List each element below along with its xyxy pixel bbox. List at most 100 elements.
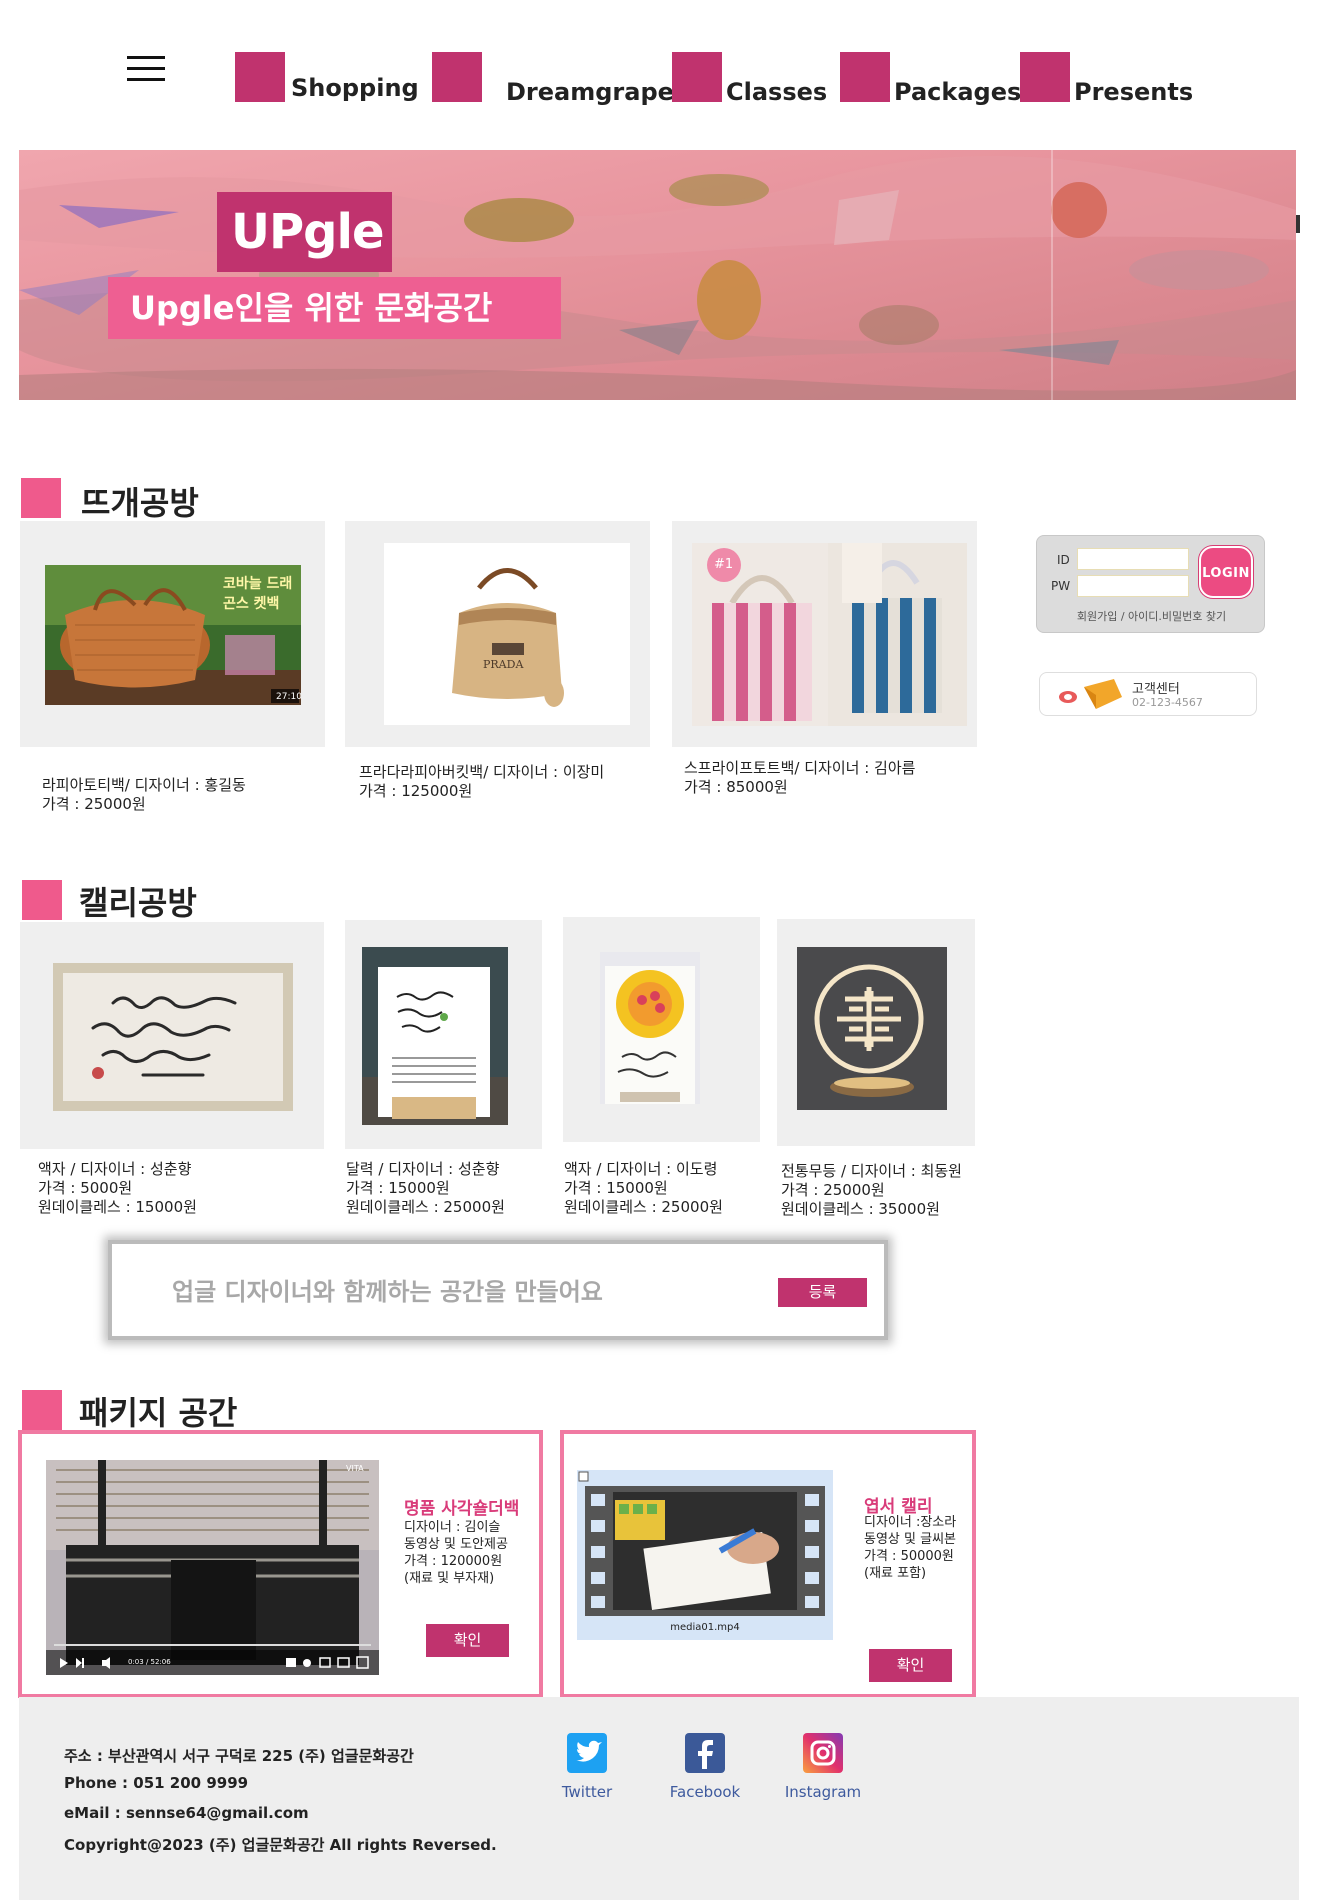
caption-line: 가격 : 5000원 xyxy=(38,1179,133,1197)
customer-center[interactable]: 고객센터 02-123-4567 xyxy=(1039,672,1257,716)
package-detail-line: (재료 포함) xyxy=(864,1566,927,1581)
instagram-icon xyxy=(803,1733,843,1773)
product-caption: 액자 / 디자이너 : 이도령 가격 : 15000원 원데이클레스 : 250… xyxy=(564,1160,723,1217)
social-label: Facebook xyxy=(669,1783,741,1801)
package-detail-line: (재료 및 부자재) xyxy=(404,1571,495,1586)
package-details: 디자이너 :장소라 동영상 및 글씨본 가격 : 50000원 (재료 포함) xyxy=(864,1514,956,1582)
product-caption: 전통무등 / 디자이너 : 최동원 가격 : 25000원 원데이클레스 : 3… xyxy=(781,1162,962,1219)
package-title: 명품 사각숄더백 xyxy=(404,1499,520,1519)
nav-square-icon xyxy=(235,52,285,102)
footer-address: 주소 : 부산관역시 서구 구덕로 225 (주) 업글문화공간 xyxy=(64,1747,414,1765)
product-caption: 스프라이프토트백/ 디자이너 : 김아름 가격 : 85000원 xyxy=(684,759,915,797)
product-caption: 달력 / 디자이너 : 성춘향 가격 : 15000원 원데이클레스 : 250… xyxy=(346,1160,505,1217)
nav-label: Packages xyxy=(894,78,1022,106)
caption-line: 가격 : 25000원 xyxy=(781,1181,885,1199)
nav-label: Shopping xyxy=(291,74,419,102)
nav-dreamgraper[interactable]: Dreamgraper xyxy=(432,52,686,112)
nav-square-icon xyxy=(840,52,890,102)
package-detail-line: 동영상 및 도안제공 xyxy=(404,1537,508,1552)
pw-label: PW xyxy=(1051,579,1071,593)
register-input[interactable] xyxy=(172,1272,672,1312)
section-heading-package: 패키지 공간 xyxy=(22,1390,342,1432)
product-image[interactable] xyxy=(797,947,947,1110)
footer-copyright: Copyright@2023 (주) 업글문화공간 All rights Rev… xyxy=(64,1836,497,1854)
section-heading-knit: 뜨개공방 xyxy=(21,478,321,522)
package-card: 0:03 / 52:06 VITA 명품 사각숄더백 디자이너 : 김이슬 동영… xyxy=(18,1430,543,1698)
twitter-link[interactable]: Twitter xyxy=(537,1733,637,1801)
caption-line: 달력 / 디자이너 : 성춘향 xyxy=(346,1160,500,1178)
pw-input[interactable] xyxy=(1077,575,1189,597)
footer-email[interactable]: eMail : sennse64@gmail.com xyxy=(64,1804,309,1822)
register-button[interactable]: 등록 xyxy=(778,1278,867,1307)
caption-line: 스프라이프토트백/ 디자이너 : 김아름 xyxy=(684,759,916,777)
signup-find-link[interactable]: 회원가입 / 아이디.비밀번호 찾기 xyxy=(1037,608,1266,624)
confirm-button[interactable]: 확인 xyxy=(869,1649,952,1682)
nav-square-icon xyxy=(432,52,482,102)
caption-line: 가격 : 85000원 xyxy=(684,778,788,796)
product-image[interactable] xyxy=(362,947,508,1125)
caption-line: 가격 : 25000원 xyxy=(42,795,146,813)
section-title: 뜨개공방 xyxy=(81,484,199,522)
scroll-marker xyxy=(1296,215,1300,233)
package-detail-line: 동영상 및 글씨본 xyxy=(864,1532,956,1547)
video-duration: 27:10 xyxy=(276,692,301,702)
watercolor-background xyxy=(19,150,1296,400)
facebook-link[interactable]: Facebook xyxy=(655,1733,755,1801)
package-details: 디자이너 : 김이슬 동영상 및 도안제공 가격 : 120000원 (재료 및… xyxy=(404,1519,508,1587)
instagram-link[interactable]: Instagram xyxy=(773,1733,873,1801)
video-watermark: VITA xyxy=(346,1464,364,1473)
video-overlay-text: 코바늘 드래곤스 켓백 xyxy=(223,576,293,612)
banner-tagline: Upgle인을 위한 문화공간 xyxy=(108,277,561,339)
package-detail-line: 가격 : 120000원 xyxy=(404,1554,503,1569)
caption-line: 원데이클레스 : 35000원 xyxy=(781,1200,940,1218)
video-player[interactable]: 0:03 / 52:06 VITA xyxy=(46,1460,379,1675)
upgle-logo[interactable]: UPgle xyxy=(217,192,392,272)
nav-square-icon xyxy=(1020,52,1070,102)
login-button[interactable]: LOGIN xyxy=(1199,546,1253,598)
product-image[interactable] xyxy=(600,952,700,1104)
caption-line: 라피아토티백/ 디자이너 : 홍길동 xyxy=(42,776,246,794)
hero-banner xyxy=(19,150,1296,400)
customer-center-title: 고객센터 xyxy=(1132,682,1180,697)
product-caption: 프라다라피아버킷백/ 디자이너 : 이장미 가격 : 125000원 xyxy=(359,763,604,801)
package-detail-line: 디자이너 : 김이슬 xyxy=(404,1520,501,1535)
footer-phone: Phone : 051 200 9999 xyxy=(64,1774,249,1792)
twitter-icon xyxy=(567,1733,607,1773)
login-panel: ID PW LOGIN 회원가입 / 아이디.비밀번호 찾기 xyxy=(1036,535,1265,633)
package-detail-line: 디자이너 :장소라 xyxy=(864,1515,957,1530)
caption-line: 액자 / 디자이너 : 이도령 xyxy=(564,1160,718,1178)
nav-label: Presents xyxy=(1074,78,1194,106)
caption-line: 원데이클레스 : 25000원 xyxy=(564,1198,723,1216)
video-player[interactable]: media01.mp4 xyxy=(577,1470,833,1640)
product-image[interactable]: PRADA xyxy=(384,543,630,725)
video-frame xyxy=(577,1470,833,1640)
nav-presents[interactable]: Presents xyxy=(1020,52,1194,112)
nav-shopping[interactable]: Shopping xyxy=(235,52,419,112)
product-image[interactable]: 코바늘 드래곤스 켓백 27:10 xyxy=(45,565,301,705)
main-nav: Shopping Dreamgraper Classes Packages Pr… xyxy=(0,52,1320,112)
nav-label: Classes xyxy=(726,78,828,106)
id-input[interactable] xyxy=(1077,548,1189,570)
social-label: Twitter xyxy=(561,1783,613,1801)
footer: 주소 : 부산관역시 서구 구덕로 225 (주) 업글문화공간 Phone :… xyxy=(19,1697,1299,1900)
caption-line: 전통무등 / 디자이너 : 최동원 xyxy=(781,1162,962,1180)
section-title: 패키지 공간 xyxy=(79,1394,238,1432)
nav-square-icon xyxy=(672,52,722,102)
caption-line: 프라다라피아버킷백/ 디자이너 : 이장미 xyxy=(359,763,605,781)
caption-line: 가격 : 125000원 xyxy=(359,782,473,800)
heading-square-icon xyxy=(21,478,61,518)
id-label: ID xyxy=(1057,553,1070,567)
customer-center-icon xyxy=(1059,679,1122,709)
nav-packages[interactable]: Packages xyxy=(840,52,1021,112)
product-image[interactable]: #1 xyxy=(692,543,967,726)
section-title: 캘리공방 xyxy=(79,884,197,922)
confirm-button[interactable]: 확인 xyxy=(426,1624,509,1657)
brand-label: PRADA xyxy=(483,658,524,671)
product-image[interactable] xyxy=(53,963,293,1111)
nav-label: Dreamgraper xyxy=(506,78,686,106)
nav-classes[interactable]: Classes xyxy=(672,52,827,112)
caption-line: 액자 / 디자이너 : 성춘향 xyxy=(38,1160,192,1178)
video-time: 0:03 / 52:06 xyxy=(128,1658,171,1666)
package-detail-line: 가격 : 50000원 xyxy=(864,1549,954,1564)
caption-line: 원데이클레스 : 15000원 xyxy=(38,1198,197,1216)
